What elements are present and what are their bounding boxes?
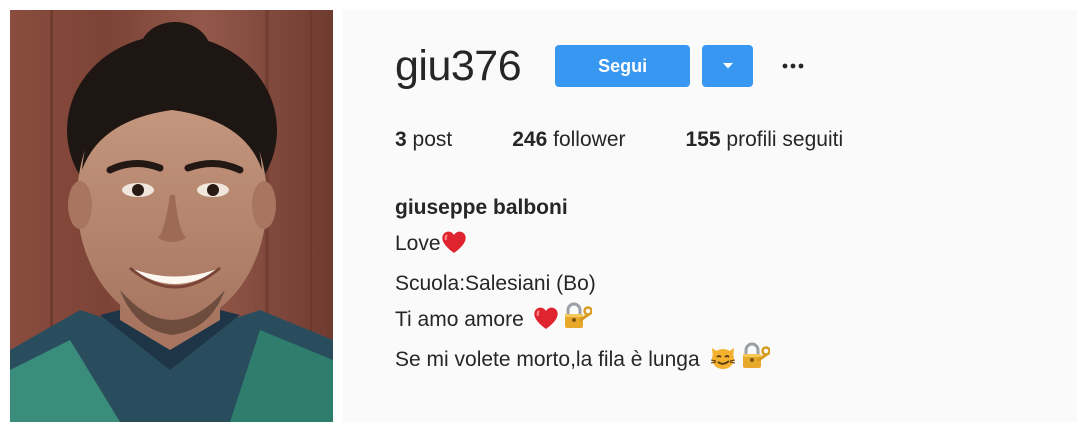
followers-label: follower	[553, 128, 626, 151]
more-options-button[interactable]	[781, 45, 805, 87]
posts-label: post	[412, 128, 453, 151]
following-label: profili seguiti	[726, 128, 844, 151]
bio-line: Se mi volete morto,la fila è lunga	[395, 342, 771, 382]
suggestions-dropdown-button[interactable]	[702, 45, 754, 87]
bio-line-4-text: Se mi volete morto,la fila è lunga	[395, 348, 700, 371]
posts-stat: 3 post	[395, 128, 452, 152]
username: giu376	[395, 42, 522, 90]
lock-key-icon	[740, 342, 771, 382]
avatar-image	[10, 10, 333, 422]
chevron-down-icon	[722, 63, 733, 69]
profile-info-panel: giu376 Segui 3 post 246 follower 155 pro…	[343, 10, 1077, 422]
bio-line: Scuola:Salesiani (Bo)	[395, 272, 596, 295]
profile-header: giu376 Segui	[395, 40, 805, 92]
heart-icon	[533, 306, 559, 342]
lock-key-icon	[562, 302, 593, 342]
followers-stat[interactable]: 246 follower	[512, 128, 625, 152]
profile-photo[interactable]	[10, 10, 333, 422]
bio-line-1-text: Love	[395, 232, 441, 255]
following-count: 155	[685, 128, 721, 151]
bio-line-3-text: Ti amo amore	[395, 308, 524, 331]
smirking-cat-icon	[709, 344, 737, 382]
profile-screen: giu376 Segui 3 post 246 follower 155 pro…	[0, 0, 1087, 432]
follow-button[interactable]: Segui	[555, 45, 691, 87]
heart-icon	[441, 230, 467, 266]
bio-line: Love	[395, 226, 770, 266]
followers-count: 246	[512, 128, 548, 151]
more-dots-icon	[782, 63, 804, 69]
posts-count: 3	[395, 128, 407, 151]
full-name: giuseppe balboni	[395, 196, 568, 219]
bio-line: Ti amo amore	[395, 302, 770, 342]
following-stat[interactable]: 155 profili seguiti	[686, 128, 844, 152]
profile-bio: giuseppe balboni Love Scuola:Salesiani (…	[395, 190, 771, 382]
profile-stats: 3 post 246 follower 155 profili seguiti	[395, 128, 903, 152]
